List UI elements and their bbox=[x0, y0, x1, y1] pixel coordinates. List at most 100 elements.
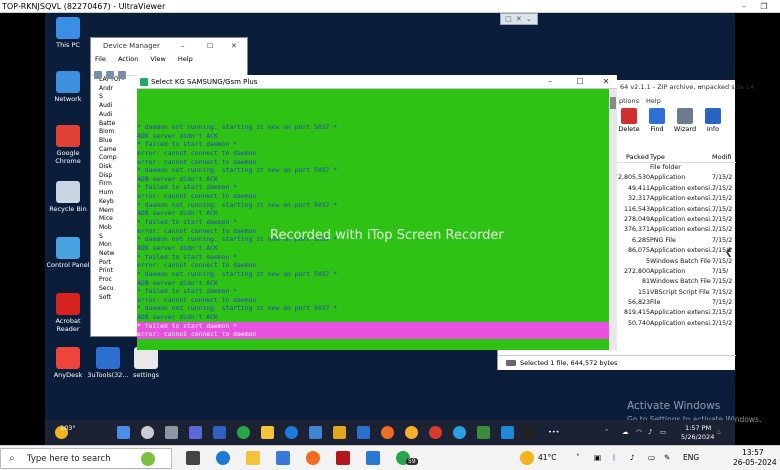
desktop-icon-label: Control Panel bbox=[46, 261, 90, 269]
file-row[interactable]: 151 VBScript Script File 7/15/2 bbox=[616, 288, 736, 298]
firefox-icon[interactable] bbox=[306, 451, 320, 465]
task-view-icon[interactable] bbox=[186, 451, 200, 465]
desktop-icon[interactable]: settings bbox=[123, 347, 169, 379]
menu-help[interactable]: Help bbox=[178, 55, 193, 63]
ultraviewer-toolbar[interactable]: □ ✕ ⌄ bbox=[500, 13, 538, 25]
minimize-icon[interactable]: – bbox=[698, 80, 702, 94]
chevron-up-icon[interactable]: ˄ bbox=[605, 428, 608, 436]
whatsapp-icon[interactable] bbox=[237, 426, 250, 439]
more-icon[interactable]: ••• bbox=[548, 428, 560, 436]
network-icon[interactable]: ▣ bbox=[594, 453, 601, 462]
close-button[interactable]: ✕ bbox=[595, 75, 617, 89]
file-row[interactable]: 6,285 PNG File 7/15/2 bbox=[616, 236, 736, 246]
file-row[interactable]: 272,800 Application 7/15/ bbox=[616, 267, 736, 277]
desktop-icon[interactable]: Recycle Bin bbox=[45, 181, 91, 213]
pen-icon[interactable]: ✎ bbox=[664, 453, 670, 462]
volume-icon[interactable]: ♪ bbox=[648, 428, 652, 436]
maximize-icon[interactable]: ☐ bbox=[207, 38, 213, 54]
scrollbar[interactable] bbox=[609, 89, 617, 350]
clock-date[interactable]: 26-05-2024 bbox=[733, 458, 777, 467]
app-icon[interactable] bbox=[523, 426, 536, 439]
back-icon[interactable] bbox=[94, 71, 102, 79]
find-button[interactable]: Find bbox=[644, 108, 670, 133]
minimize-button[interactable]: – bbox=[737, 0, 751, 13]
file-explorer-icon[interactable] bbox=[246, 451, 260, 465]
scrollbar-thumb[interactable] bbox=[610, 97, 616, 109]
search-icon[interactable] bbox=[141, 426, 154, 439]
edge-icon[interactable] bbox=[285, 426, 298, 439]
language-indicator[interactable]: ENG bbox=[683, 453, 699, 462]
minimize-button[interactable]: – bbox=[539, 75, 561, 89]
properties-icon[interactable] bbox=[118, 71, 126, 79]
file-row[interactable]: 376,371 Application extensi... 7/15/2 bbox=[616, 225, 736, 235]
file-row[interactable]: 50,740 Application extensi... 7/15/2 bbox=[616, 319, 736, 329]
column-packed[interactable]: Packed bbox=[626, 153, 649, 161]
wifi-icon[interactable]: ◠ bbox=[636, 428, 642, 436]
battery-icon[interactable]: ▭ bbox=[648, 453, 655, 462]
store-icon[interactable] bbox=[309, 426, 322, 439]
teams-icon[interactable] bbox=[189, 426, 202, 439]
mail-icon[interactable] bbox=[276, 451, 290, 465]
clock-time[interactable]: 13:57 bbox=[742, 448, 764, 457]
wizard-button[interactable]: Wizard bbox=[672, 108, 698, 133]
chevron-left-icon[interactable]: ❮ bbox=[725, 248, 733, 258]
file-row[interactable]: 56,823 File 7/15/2 bbox=[616, 298, 736, 308]
cloud-icon[interactable]: ☁ bbox=[622, 428, 629, 436]
desktop-icon[interactable]: Google Chrome bbox=[45, 125, 91, 165]
edge-icon[interactable] bbox=[216, 451, 230, 465]
file-row[interactable]: 116,543 Application extensi... 7/15/2 bbox=[616, 205, 736, 215]
menu-action[interactable]: Action bbox=[118, 55, 138, 63]
desktop-icon[interactable]: Network bbox=[45, 71, 91, 103]
3utools-taskbar-icon[interactable] bbox=[357, 426, 370, 439]
delete-button[interactable]: Delete bbox=[616, 108, 642, 133]
console-line: * failed to start daemon * bbox=[137, 218, 238, 227]
info-button[interactable]: Info bbox=[700, 108, 726, 133]
volume-icon[interactable]: ♪ bbox=[630, 453, 635, 462]
file-row[interactable]: 5 Windows Batch File 7/15/2 bbox=[616, 257, 736, 267]
search-box[interactable]: ⌕ Type here to search bbox=[0, 448, 172, 469]
menu-file[interactable]: File bbox=[95, 55, 106, 63]
bell-icon[interactable]: ♨ bbox=[716, 428, 722, 436]
app-icon[interactable] bbox=[405, 426, 418, 439]
maximize-button[interactable]: ☐ bbox=[569, 75, 591, 89]
forward-icon[interactable] bbox=[106, 71, 114, 79]
app-icon[interactable] bbox=[336, 451, 350, 465]
file-row[interactable]: 32,317 Application extensi... 7/15/2 bbox=[616, 194, 736, 204]
column-modified[interactable]: Modifi bbox=[712, 153, 732, 161]
remote-clock-time[interactable]: 1:57 PM bbox=[685, 424, 711, 432]
close-icon[interactable]: ✕ bbox=[231, 38, 237, 54]
start-icon[interactable] bbox=[117, 426, 130, 439]
column-type[interactable]: Type bbox=[650, 153, 665, 161]
file-row[interactable]: 81 Windows Batch File 7/15/2 bbox=[616, 277, 736, 287]
file-row[interactable]: 2,805,530 Application 7/15/2 bbox=[616, 173, 736, 183]
chevron-up-icon[interactable]: ˄ bbox=[576, 453, 580, 462]
menu-view[interactable]: View bbox=[150, 55, 165, 63]
file-row[interactable]: File folder bbox=[616, 163, 736, 173]
minimize-icon[interactable]: – bbox=[181, 38, 185, 54]
battery-icon[interactable]: ▭ bbox=[660, 428, 666, 436]
file-row[interactable]: 278,049 Application extensi... 7/15/2 bbox=[616, 215, 736, 225]
menu-options[interactable]: ptions bbox=[619, 97, 639, 105]
firefox-icon[interactable] bbox=[381, 426, 394, 439]
desktop-icon[interactable]: Acrobat Reader bbox=[45, 293, 91, 333]
weather-icon[interactable] bbox=[520, 451, 534, 465]
bluetooth-icon[interactable]: ᛒ bbox=[612, 453, 617, 462]
file-type: VBScript Script File bbox=[650, 288, 710, 296]
file-explorer-icon[interactable] bbox=[261, 426, 274, 439]
file-row[interactable]: 86,075 Application extensi... 7/15/2 bbox=[616, 246, 736, 256]
app-icon[interactable] bbox=[477, 426, 490, 439]
task-view-icon[interactable] bbox=[165, 426, 178, 439]
app-l-icon[interactable] bbox=[333, 426, 346, 439]
desktop-icon[interactable]: This PC bbox=[45, 17, 91, 49]
file-row[interactable]: 49,411 Application extensi... 7/15/2 bbox=[616, 184, 736, 194]
app-icon[interactable] bbox=[453, 426, 466, 439]
remote-clock-date[interactable]: 5/26/2024 bbox=[681, 433, 714, 441]
menu-help[interactable]: Help bbox=[646, 97, 661, 105]
widgets-icon[interactable] bbox=[213, 426, 226, 439]
app-icon[interactable] bbox=[501, 426, 514, 439]
app-icon[interactable] bbox=[366, 451, 380, 465]
desktop-icon[interactable]: Control Panel bbox=[45, 237, 91, 269]
restore-button[interactable]: ❐ bbox=[757, 0, 771, 13]
chrome-icon[interactable] bbox=[429, 426, 442, 439]
file-row[interactable]: 819,415 Application extensi... 7/15/2 bbox=[616, 308, 736, 318]
